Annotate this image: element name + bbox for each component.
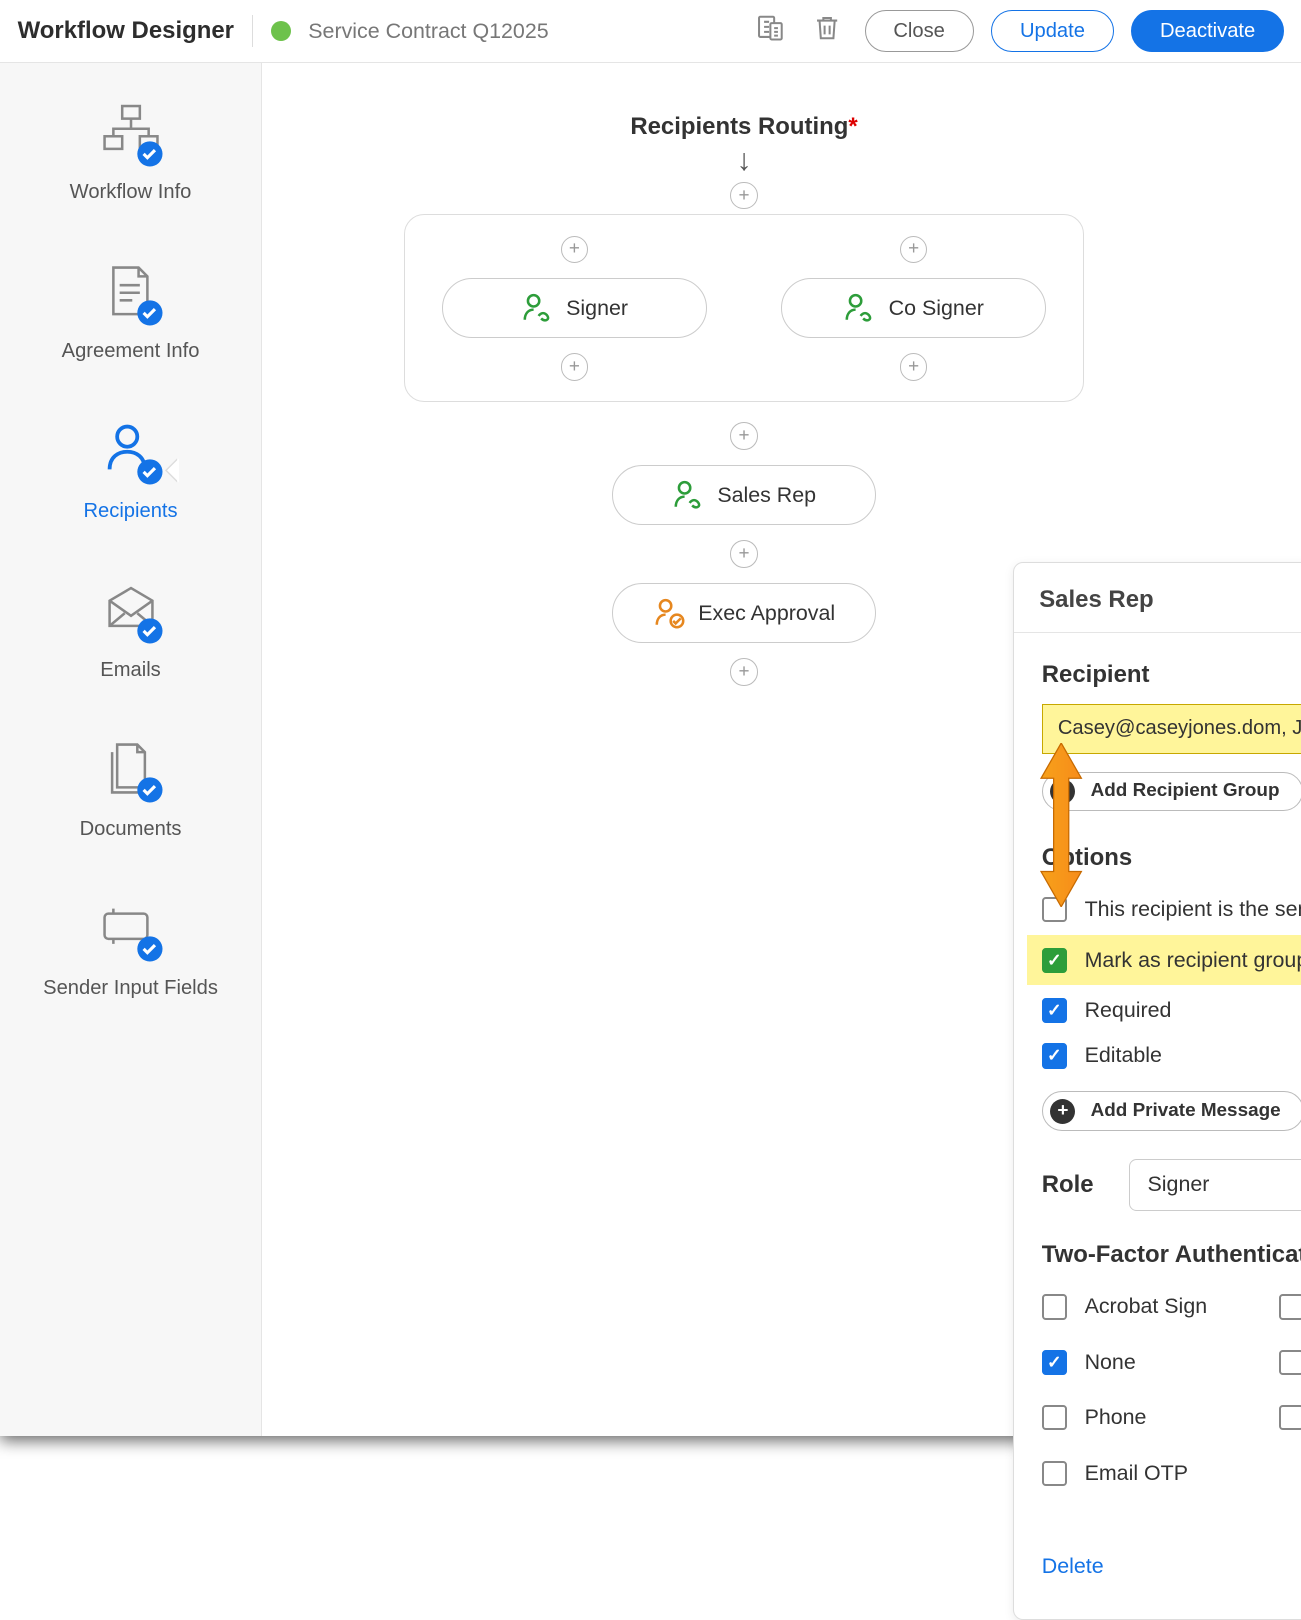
person-sign-icon — [521, 292, 554, 325]
recipient-node-cosigner[interactable]: Co Signer — [781, 278, 1046, 338]
arrow-down-icon: ↓ — [736, 146, 751, 176]
divider — [252, 15, 253, 48]
workflow-info-icon — [97, 101, 165, 169]
add-node-button[interactable]: + — [730, 182, 758, 210]
option-label: Required — [1085, 998, 1172, 1023]
sidebar-item-documents[interactable]: Documents — [80, 737, 182, 841]
checkbox[interactable] — [1279, 1294, 1301, 1319]
option-mark-group[interactable]: Mark as recipient group — [1027, 935, 1301, 985]
sidebar-label: Sender Input Fields — [43, 977, 218, 1000]
document-name: Service Contract Q12025 — [308, 19, 548, 44]
recipient-node-exec[interactable]: Exec Approval — [612, 583, 877, 643]
add-node-button[interactable]: + — [900, 353, 928, 381]
template-icon[interactable] — [749, 8, 789, 53]
option-label: This recipient is the sender — [1085, 897, 1301, 922]
role-value: Signer — [1148, 1172, 1210, 1197]
checkbox[interactable] — [1042, 1405, 1067, 1430]
routing-title: Recipients Routing* — [224, 113, 1264, 141]
plus-icon: + — [1050, 779, 1075, 804]
parallel-group: + Signer + + Co Signer + — [404, 214, 1084, 402]
option-label: Mark as recipient group — [1085, 948, 1301, 973]
checkbox[interactable] — [1042, 1294, 1067, 1319]
sidebar-label: Emails — [100, 659, 160, 682]
recipient-detail-panel: Sales Rep Recipient + Add Recipient Grou… — [1013, 562, 1301, 1620]
checkbox[interactable] — [1042, 1043, 1067, 1068]
tfa-gov[interactable]: Government ID — [1279, 1395, 1301, 1440]
sidebar-label: Documents — [80, 818, 182, 841]
sidebar-item-recipients[interactable]: Recipients — [83, 419, 177, 523]
sender-input-icon — [97, 896, 165, 964]
add-node-button[interactable]: + — [561, 353, 589, 381]
top-bar: Workflow Designer Service Contract Q1202… — [0, 0, 1301, 63]
sidebar-label: Agreement Info — [62, 340, 200, 363]
tfa-heading: Two-Factor Authentication (2FA) — [1042, 1241, 1301, 1269]
person-sign-icon — [672, 479, 705, 512]
add-recipient-group-button[interactable]: + Add Recipient Group — [1042, 772, 1301, 812]
add-node-button[interactable]: + — [730, 658, 758, 686]
role-heading: Role — [1042, 1171, 1094, 1199]
sidebar-label: Workflow Info — [70, 181, 192, 204]
tfa-emailotp[interactable]: Email OTP — [1042, 1451, 1254, 1496]
sidebar-item-emails[interactable]: Emails — [97, 578, 165, 682]
button-label: Add Recipient Group — [1091, 780, 1280, 802]
role-select[interactable]: Signer — [1129, 1159, 1301, 1211]
delete-link[interactable]: Delete — [1042, 1554, 1104, 1579]
delete-icon[interactable] — [807, 8, 847, 53]
options-heading: Options — [1042, 844, 1301, 872]
checkbox[interactable] — [1279, 1405, 1301, 1430]
sidebar-item-workflow-info[interactable]: Workflow Info — [70, 101, 192, 205]
add-node-button[interactable]: + — [730, 422, 758, 450]
checkbox[interactable] — [1042, 1461, 1067, 1486]
checkbox[interactable] — [1042, 1350, 1067, 1375]
app-title: Workflow Designer — [18, 17, 234, 45]
status-indicator — [271, 21, 291, 41]
checkbox[interactable] — [1042, 948, 1067, 973]
tfa-acrobat[interactable]: Acrobat Sign — [1042, 1284, 1254, 1329]
person-approve-icon — [653, 597, 686, 630]
node-label: Sales Rep — [717, 483, 816, 508]
checkbox[interactable] — [1042, 998, 1067, 1023]
node-label: Exec Approval — [698, 601, 835, 626]
canvas: Recipients Routing* ↓ + + Signer + + — [262, 63, 1301, 1436]
tfa-phone[interactable]: Phone — [1042, 1395, 1254, 1440]
option-editable[interactable]: Editable — [1042, 1033, 1301, 1078]
add-node-button[interactable]: + — [730, 540, 758, 568]
close-button[interactable]: Close — [865, 10, 974, 53]
plus-icon: + — [1050, 1099, 1075, 1124]
deactivate-button[interactable]: Deactivate — [1131, 10, 1284, 53]
tfa-none[interactable]: None — [1042, 1340, 1254, 1385]
checkbox[interactable] — [1042, 897, 1067, 922]
tfa-password[interactable]: Password — [1279, 1340, 1301, 1385]
node-label: Co Signer — [889, 296, 984, 321]
tfa-kba[interactable]: KBA — [1279, 1284, 1301, 1329]
agreement-info-icon — [97, 260, 165, 328]
sidebar-item-agreement-info[interactable]: Agreement Info — [62, 260, 200, 364]
option-label: Editable — [1085, 1043, 1162, 1068]
recipient-node-salesrep[interactable]: Sales Rep — [612, 465, 877, 525]
panel-title: Sales Rep — [1039, 586, 1301, 614]
add-node-button[interactable]: + — [561, 236, 589, 264]
emails-icon — [97, 578, 165, 646]
person-sign-icon — [843, 292, 876, 325]
recipient-heading: Recipient — [1042, 661, 1301, 689]
checkbox[interactable] — [1279, 1350, 1301, 1375]
button-label: Add Private Message — [1091, 1100, 1281, 1122]
add-node-button[interactable]: + — [900, 236, 928, 264]
sidebar-label: Recipients — [83, 500, 177, 523]
documents-icon — [97, 737, 165, 805]
add-private-message-button[interactable]: + Add Private Message — [1042, 1091, 1301, 1131]
option-sender[interactable]: This recipient is the sender — [1042, 887, 1301, 932]
node-label: Signer — [566, 296, 628, 321]
option-required[interactable]: Required — [1042, 988, 1301, 1033]
update-button[interactable]: Update — [991, 10, 1113, 53]
recipient-email-input[interactable] — [1042, 704, 1301, 754]
sidebar-item-sender-input[interactable]: Sender Input Fields — [43, 896, 218, 1000]
recipient-node-signer[interactable]: Signer — [442, 278, 707, 338]
recipients-icon — [97, 419, 165, 487]
sidebar: Workflow Info Agreement Info Recipients … — [0, 63, 262, 1436]
